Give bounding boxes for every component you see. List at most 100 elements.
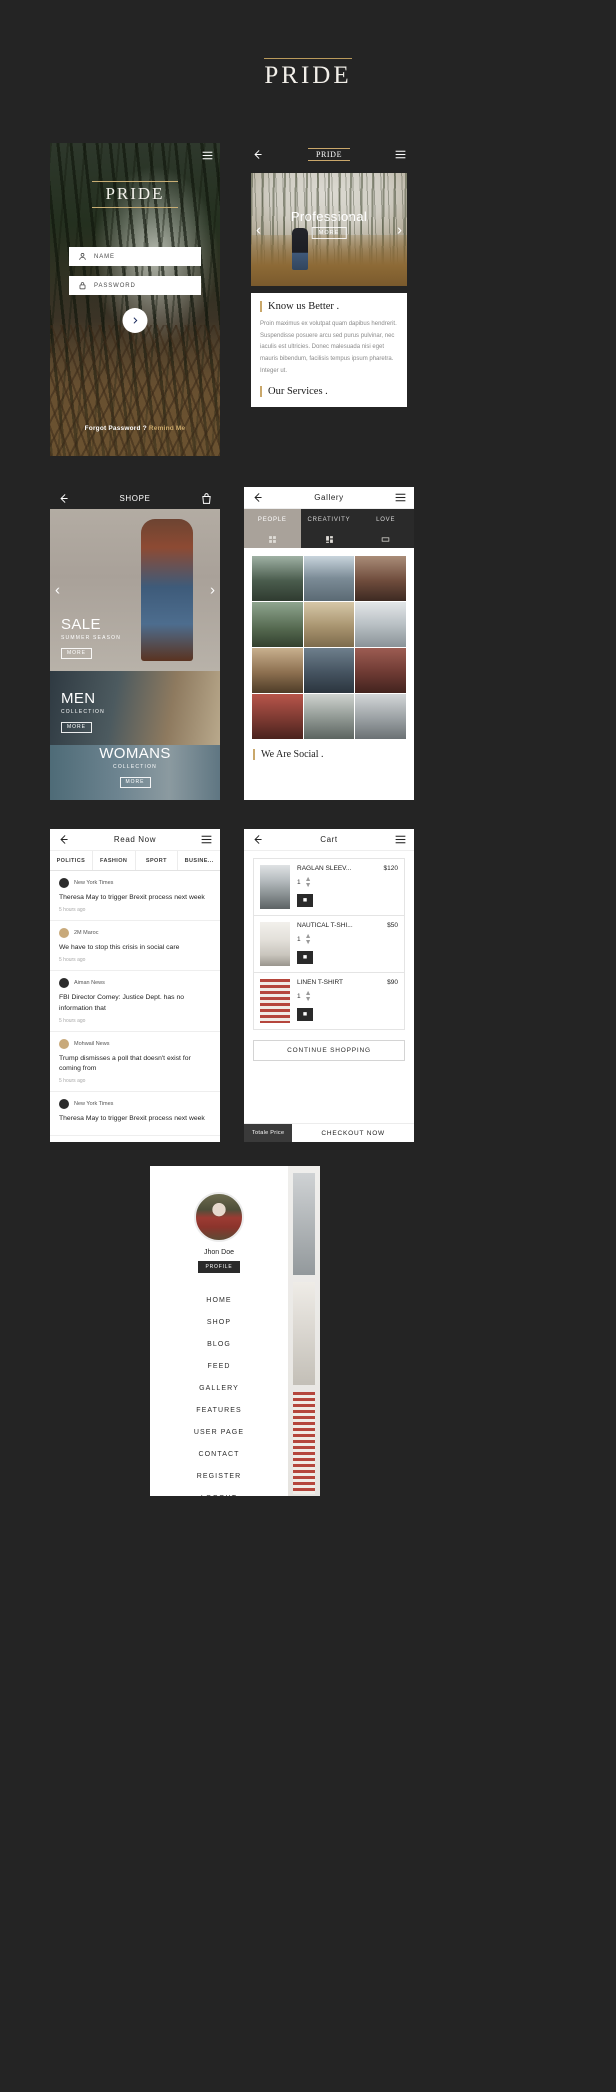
checkout-button[interactable]: CHECKOUT NOW [292,1130,414,1137]
grid-icon[interactable] [244,531,301,548]
nav-item-shop[interactable]: SHOP [150,1311,288,1333]
product-name: NAUTICAL T-SHI... [297,922,353,929]
sale-prev-button[interactable]: ‹ [55,583,60,598]
login-menu-button[interactable] [201,149,214,162]
gallery-tab-love[interactable]: LOVE [357,509,414,531]
nav-item-features[interactable]: FEATURES [150,1399,288,1421]
remove-item-button[interactable]: ■ [297,951,313,965]
source-avatar [59,878,69,888]
forgot-password-row[interactable]: Forgot Password ? Remind Me [50,425,220,432]
womans-caption: WOMANS COLLECTION MORE [50,745,220,788]
gallery-tab-creativity[interactable]: CREATIVITY [301,509,358,531]
nav-item-register[interactable]: REGISTER [150,1465,288,1487]
news-tab-politics[interactable]: POLITICS [50,851,93,870]
quantity-arrows-icon[interactable]: ▲ ▼ [305,933,312,946]
gallery-photo[interactable] [252,556,303,601]
product-price: $120 [383,865,398,872]
gallery-tab-people[interactable]: PEOPLE [244,509,301,531]
quantity-arrows-icon[interactable]: ▲ ▼ [305,990,312,1003]
news-tab-business[interactable]: BUSINE... [178,851,220,870]
gallery-photo[interactable] [303,694,355,739]
hamburger-icon[interactable] [394,833,407,846]
password-input-placeholder: PASSWORD [94,282,136,289]
continue-shopping-button[interactable]: CONTINUE SHOPPING [253,1040,405,1061]
nav-item-feed[interactable]: FEED [150,1355,288,1377]
about-topbar: PRIDE [244,143,414,165]
gallery-footer-heading: We Are Social . [253,749,414,760]
avatar[interactable] [194,1192,244,1242]
back-arrow-icon[interactable] [57,833,70,846]
news-list-item[interactable]: New York Times Theresa May to trigger Br… [50,871,220,921]
profile-button[interactable]: PROFILE [198,1261,240,1273]
know-us-section: Know us Better . Proin maximus ex volutp… [251,293,407,408]
nav-item-user-page[interactable]: USER PAGE [150,1421,288,1443]
quantity-stepper[interactable]: 1 ▲ ▼ [297,876,377,889]
nav-item-contact[interactable]: CONTACT [150,1443,288,1465]
gallery-photo[interactable] [252,694,303,739]
hamburger-icon[interactable] [394,491,407,504]
news-headline: Theresa May to trigger Brexit process ne… [59,1115,205,1123]
news-timestamp: 5 hours ago [59,906,86,913]
cart-item-row[interactable]: LINEN T-SHIRT 1 ▲ ▼ ■ $90 [253,972,405,1030]
back-arrow-icon[interactable] [251,833,264,846]
background-product [293,1173,315,1276]
back-arrow-icon[interactable] [57,492,70,505]
gallery-photo[interactable] [355,694,406,739]
remind-me-link[interactable]: Remind Me [149,425,185,432]
sale-next-button[interactable]: › [210,583,215,598]
shopping-bag-icon[interactable] [200,492,213,505]
shop-slide-sale[interactable]: ‹ › SALE SUMMER SEASON MORE [50,509,220,671]
news-source-name: 2M Maroc [74,929,99,936]
gallery-photo[interactable] [303,648,355,693]
hero-more-button[interactable]: MORE [311,227,347,239]
cart-item-row[interactable]: RAGLAN SLEEV... 1 ▲ ▼ ■ $120 [253,858,405,915]
brand-title: PRIDE [264,62,352,89]
quantity-arrows-icon[interactable]: ▲ ▼ [305,876,312,889]
wide-icon[interactable] [357,531,414,548]
gallery-photo[interactable] [355,556,406,601]
gallery-photo[interactable] [252,648,303,693]
womans-subtitle: COLLECTION [113,764,157,770]
nav-item-gallery[interactable]: GALLERY [150,1377,288,1399]
news-tab-sport[interactable]: SPORT [136,851,179,870]
news-source-name: New York Times [74,880,114,886]
gallery-photo[interactable] [355,602,406,647]
sale-more-button[interactable]: MORE [61,647,92,659]
product-name: RAGLAN SLEEV... [297,865,352,872]
nav-item-blog[interactable]: BLOG [150,1333,288,1355]
news-list-item[interactable]: New York Times Theresa May to trigger Br… [50,1092,220,1137]
hamburger-icon[interactable] [200,833,213,846]
nav-item-home[interactable]: HOME [150,1289,288,1311]
quantity-stepper[interactable]: 1 ▲ ▼ [297,933,380,946]
remove-item-button[interactable]: ■ [297,894,313,908]
hero-next-button[interactable]: › [397,222,402,237]
hamburger-icon[interactable] [394,148,407,161]
gallery-photo[interactable] [303,556,355,601]
gallery-photo[interactable] [355,648,406,693]
cart-item-row[interactable]: NAUTICAL T-SHI... 1 ▲ ▼ ■ $50 [253,915,405,972]
news-list-item[interactable]: Aiman News FBI Director Comey: Justice D… [50,971,220,1032]
nav-item-logout[interactable]: LOGOUT [150,1487,288,1497]
brand-divider [264,58,352,59]
login-submit-button[interactable] [122,308,148,333]
news-timestamp: 5 hours ago [59,1078,86,1085]
hero-prev-button[interactable]: ‹ [256,222,261,237]
news-tab-fashion[interactable]: FASHION [93,851,136,870]
name-input[interactable]: NAME [69,247,201,266]
shop-slide-men[interactable]: MEN COLLECTION MORE [50,671,220,745]
password-input[interactable]: PASSWORD [69,276,201,295]
remove-item-button[interactable]: ■ [297,1008,313,1022]
womans-more-button[interactable]: MORE [119,776,151,788]
gallery-photo[interactable] [252,602,303,647]
men-more-button[interactable]: MORE [61,721,92,733]
back-arrow-icon[interactable] [251,148,264,161]
news-list-item[interactable]: Mohwail News Trump dismisses a poll that… [50,1032,220,1093]
shop-slide-womans[interactable]: WOMANS COLLECTION MORE [50,745,220,800]
about-hero-carousel[interactable]: ‹ › Professional MORE [251,173,407,286]
news-list-item[interactable]: 2M Maroc We have to stop this crisis in … [50,921,220,971]
back-arrow-icon[interactable] [251,491,264,504]
forgot-password-label: Forgot Password ? [84,425,147,432]
gallery-photo[interactable] [303,602,355,647]
quantity-stepper[interactable]: 1 ▲ ▼ [297,990,380,1003]
masonry-icon[interactable] [301,531,358,548]
